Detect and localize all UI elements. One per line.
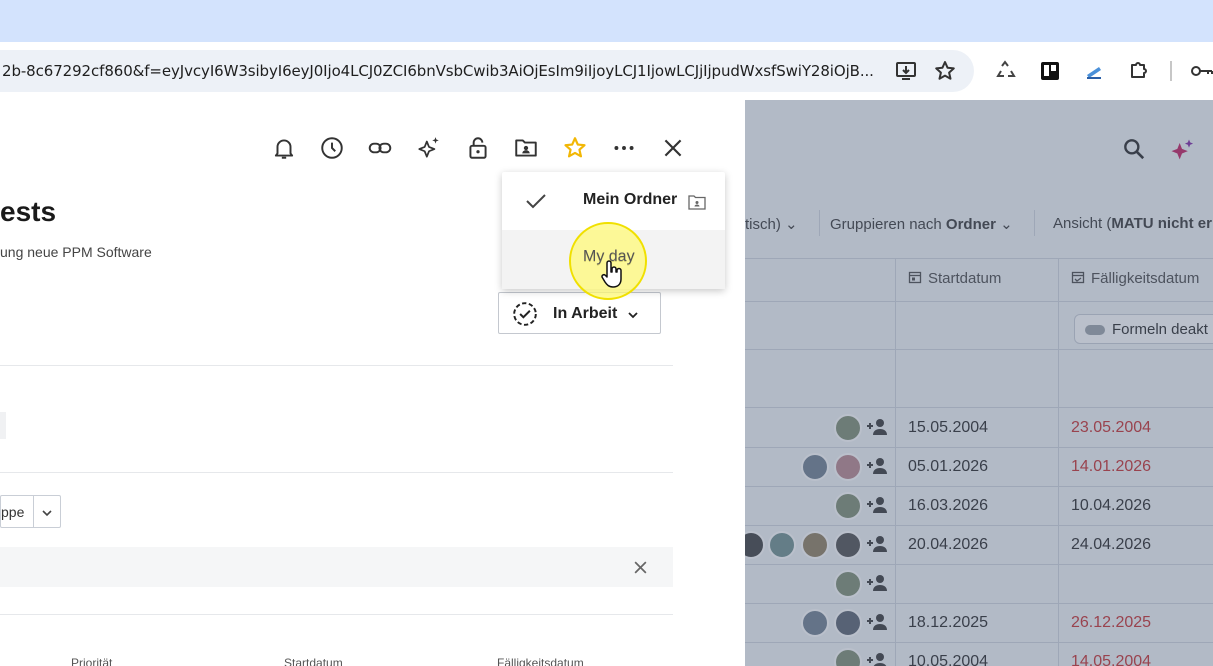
divider	[0, 365, 673, 366]
chevron-down-icon	[628, 312, 638, 319]
bookmark-star-icon[interactable]	[933, 59, 957, 83]
column-header-due[interactable]: Fälligkeitsdatum	[497, 656, 584, 666]
group-select-label: ppe	[1, 504, 25, 520]
chevron-down-icon[interactable]	[41, 507, 53, 519]
search-field[interactable]	[0, 547, 673, 587]
password-key-icon[interactable]	[1189, 59, 1213, 83]
ai-sparkle-icon[interactable]	[416, 135, 442, 161]
task-subtitle[interactable]: ung neue PPM Software	[0, 244, 152, 260]
status-dropdown[interactable]: In Arbeit	[498, 292, 661, 334]
group-select[interactable]: ppe	[0, 495, 61, 528]
clock-icon[interactable]	[319, 135, 345, 161]
hand-cursor-icon	[601, 260, 622, 288]
unlock-icon[interactable]	[465, 135, 491, 161]
toolbar-separator	[1170, 61, 1172, 81]
modal-backdrop[interactable]	[745, 100, 1213, 666]
more-options-icon[interactable]	[611, 135, 637, 161]
checkmark-icon	[526, 194, 546, 209]
field-input[interactable]	[0, 412, 6, 439]
favorite-star-icon[interactable]	[562, 135, 588, 161]
install-app-icon[interactable]	[894, 59, 918, 83]
link-icon[interactable]	[367, 135, 393, 161]
extensions-puzzle-icon[interactable]	[1126, 59, 1150, 83]
divider	[0, 614, 673, 615]
notes-extension-icon[interactable]	[1082, 59, 1106, 83]
browser-toolbar: 2b-8c67292cf860&f=eyJvcyI6W3sibyI6eyJ0Ij…	[0, 42, 1213, 100]
column-header-priority[interactable]: Priorität	[71, 656, 112, 666]
browser-tab-strip	[0, 0, 1213, 42]
clear-icon[interactable]	[633, 560, 648, 575]
status-label: In Arbeit	[553, 305, 618, 322]
divider	[33, 496, 34, 527]
folder-move-icon[interactable]	[513, 135, 539, 161]
folder-user-icon	[688, 195, 706, 210]
column-header-start[interactable]: Startdatum	[284, 656, 343, 666]
task-title[interactable]: ests	[0, 196, 56, 228]
recycle-extension-icon[interactable]	[994, 59, 1018, 83]
status-check-icon	[513, 302, 537, 326]
url-text[interactable]: 2b-8c67292cf860&f=eyJvcyI6W3sibyI6eyJ0Ij…	[2, 62, 876, 80]
divider	[0, 472, 673, 473]
trello-extension-icon[interactable]	[1038, 59, 1062, 83]
menu-item-label: Mein Ordner	[583, 191, 678, 208]
close-icon[interactable]	[660, 135, 686, 161]
bell-icon[interactable]	[271, 135, 297, 161]
address-bar[interactable]: 2b-8c67292cf860&f=eyJvcyI6W3sibyI6eyJ0Ij…	[0, 50, 974, 92]
menu-item-mein-ordner[interactable]: Mein Ordner	[502, 172, 725, 230]
